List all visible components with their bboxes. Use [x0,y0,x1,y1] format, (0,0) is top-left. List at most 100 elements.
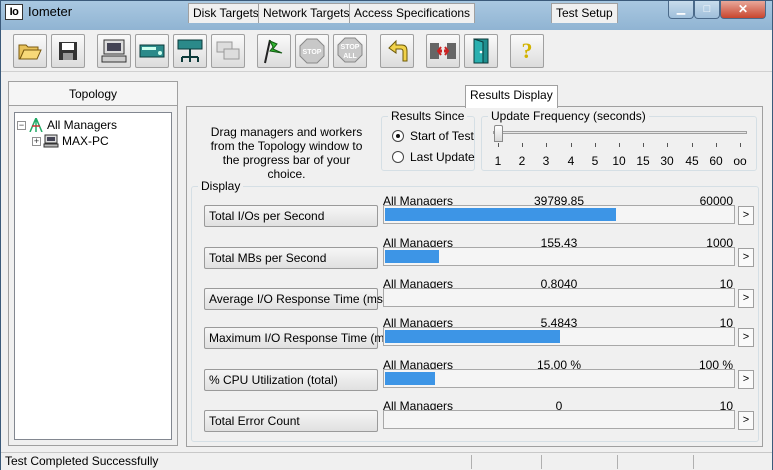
metric-progress-fill [385,250,439,263]
topology-tree[interactable]: − All Managers + MAX-PC [14,112,172,440]
floppy-disk-icon [59,42,77,60]
topology-header: Topology [9,82,177,106]
minimize-button[interactable]: ▁ [668,1,694,19]
slider-tick [546,143,547,147]
results-since-title: Results Since [388,109,468,123]
slider-tick-label: 1 [494,154,502,168]
collapse-icon[interactable]: − [17,120,26,130]
tab-results-display[interactable]: Results Display [465,85,558,108]
tree-node-label: All Managers [47,118,118,132]
update-frequency-title: Update Frequency (seconds) [488,109,649,123]
update-frequency-slider-thumb[interactable] [494,125,503,142]
duplicate-worker-button[interactable] [211,34,245,68]
maximize-button[interactable]: □ [694,1,720,19]
radio-start-of-test[interactable]: Start of Test [392,129,474,143]
slider-tick-label: 2 [518,154,526,168]
metric-progress-fill [385,330,560,343]
maximize-icon: □ [703,3,711,15]
close-button[interactable]: ✕ [720,1,766,19]
metric-detail-arrow-button[interactable]: > [738,248,754,267]
iometer-window: Io Iometer ▁ □ ✕ STOP STOP ALL ? Topolog… [0,0,773,470]
green-flag-icon [264,39,283,64]
tree-node-max-pc[interactable]: + MAX-PC [32,133,109,149]
status-separator [617,455,618,469]
disconnect-button[interactable] [426,34,460,68]
status-separator [471,455,472,469]
metric-progress-bar [383,410,735,429]
metric-progress-bar [383,247,735,266]
metric-detail-arrow-button[interactable]: > [738,411,754,430]
toolbar: STOP STOP ALL ? [1,30,772,72]
stop-all-sign-icon: STOP ALL [337,37,363,63]
disk-worker-icon [139,44,165,58]
monitor-icon [101,39,127,63]
metric-select-button[interactable]: Average I/O Response Time (ms) [204,288,387,310]
minimize-icon: ▁ [676,3,686,15]
metric-detail-arrow-button[interactable]: > [738,328,754,347]
expand-icon[interactable]: + [32,136,41,146]
exit-button[interactable] [464,34,498,68]
window-title: Iometer [28,4,73,19]
svg-text:STOP: STOP [303,49,322,56]
start-tests-button[interactable] [257,34,291,68]
iometer-app-icon: Io [5,4,23,20]
drag-instructions: Drag managers and workers from the Topol… [210,125,363,181]
new-disk-worker-button[interactable] [135,34,169,68]
metric-select-button[interactable]: Total Error Count [204,410,378,432]
radio-unchecked-icon[interactable] [392,151,404,163]
tab-network-targets[interactable]: Network Targets [258,3,355,23]
metric-select-button[interactable]: Total MBs per Second [204,247,378,269]
metric-detail-arrow-button[interactable]: > [738,289,754,308]
help-button[interactable]: ? [510,34,544,68]
network-worker-icon [177,39,203,62]
status-separator [693,455,694,469]
metric-select-button[interactable]: Maximum I/O Response Time (ms) [204,327,394,349]
slider-tick-label: 60 [709,154,723,168]
display-title: Display [198,179,244,193]
slider-tick-label: 5 [591,154,599,168]
radio-label: Start of Test [410,129,474,143]
stop-button[interactable]: STOP [295,34,329,68]
open-config-button[interactable] [13,34,47,68]
all-managers-icon [29,118,43,132]
metric-progress-bar [383,205,735,224]
tree-node-label: MAX-PC [62,134,109,148]
computer-icon [43,134,59,148]
close-icon: ✕ [737,2,749,16]
metric-progress-fill [385,372,435,385]
stop-all-button[interactable]: STOP ALL [333,34,367,68]
new-network-worker-button[interactable] [173,34,207,68]
slider-tick [643,143,644,147]
metric-select-button[interactable]: Total I/Os per Second [204,205,378,227]
slider-tick [619,143,620,147]
metric-select-button[interactable]: % CPU Utilization (total) [204,369,378,391]
metric-detail-arrow-button[interactable]: > [738,206,754,225]
radio-label: Last Update [410,150,475,164]
show-batch-button[interactable] [97,34,131,68]
duplicate-icon [216,41,240,60]
status-separator [541,455,542,469]
reset-workers-button[interactable] [380,34,414,68]
metric-progress-bar [383,369,735,388]
save-config-button[interactable] [51,34,85,68]
stop-sign-icon: STOP [299,38,325,64]
slider-tick-label: 15 [636,154,650,168]
slider-tick [498,143,499,147]
radio-checked-icon[interactable] [392,130,404,142]
update-frequency-slider-track[interactable] [493,131,747,134]
metric-progress-fill [385,208,616,221]
svg-text:ALL: ALL [343,53,357,60]
tree-node-all-managers[interactable]: − All Managers [17,117,117,133]
tab-test-setup[interactable]: Test Setup [551,3,618,23]
help-question-icon: ? [521,38,533,63]
slider-tick-label: 30 [660,154,674,168]
status-text: Test Completed Successfully [5,454,159,468]
slider-tick [571,143,572,147]
radio-last-update[interactable]: Last Update [392,150,475,164]
disconnect-icon [430,43,456,59]
metric-detail-arrow-button[interactable]: > [738,370,754,389]
slider-tick-label: 3 [542,154,550,168]
metric-progress-bar [383,288,735,307]
tab-access-specifications[interactable]: Access Specifications [349,3,476,23]
tab-disk-targets[interactable]: Disk Targets [188,3,264,23]
